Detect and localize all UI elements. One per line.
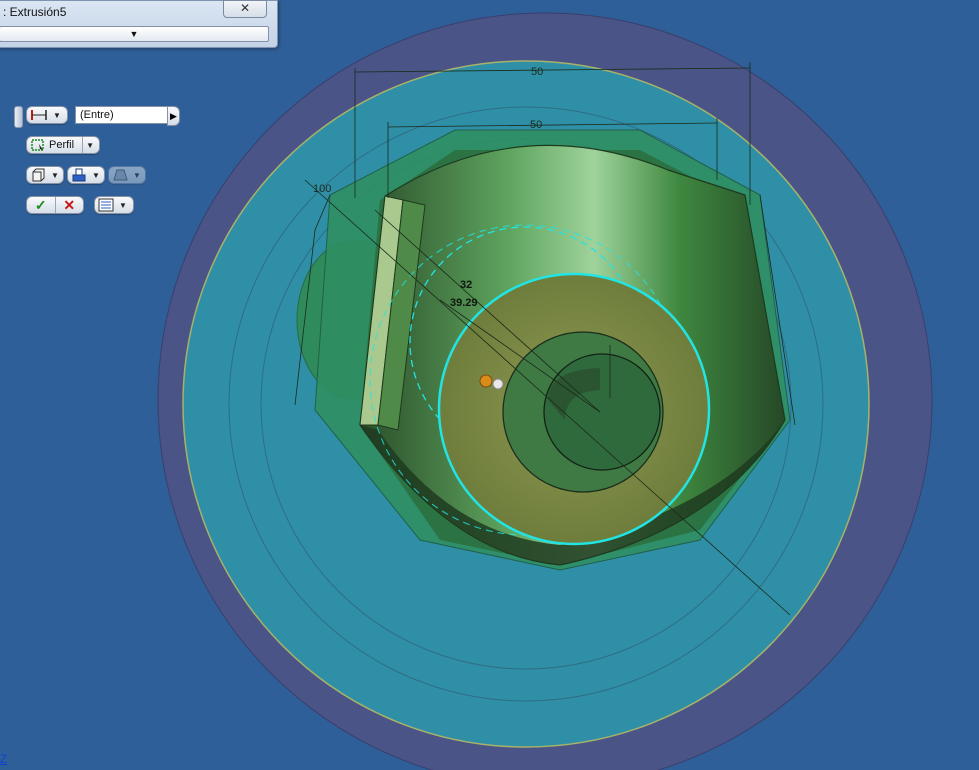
cancel-button[interactable]: ✕: [54, 197, 84, 213]
distance-extents-icon: [27, 107, 51, 123]
dimension-diagonal[interactable]: 100: [313, 183, 331, 195]
dialog-title: : Extrusión5: [3, 5, 67, 19]
taper-dropdown[interactable]: ▼: [108, 166, 146, 184]
extent-expand-button[interactable]: ▶: [167, 106, 180, 126]
ok-button[interactable]: ✓: [27, 197, 55, 213]
extent-value-field[interactable]: (Entre): [75, 106, 168, 124]
extents-dropdown[interactable]: ▼: [26, 106, 68, 124]
profile-dropdown[interactable]: Perfil ▼: [26, 136, 100, 154]
taper-icon: [109, 167, 131, 183]
chevron-down-icon: ▼: [53, 110, 61, 120]
dialog-title-panel: : Extrusión5 ✕ ▼: [0, 0, 278, 48]
toolbar-grip[interactable]: [14, 106, 23, 128]
output-dropdown[interactable]: ▼: [26, 166, 64, 184]
chevron-down-icon: ▼: [82, 137, 97, 153]
chevron-down-icon: ▼: [133, 170, 141, 180]
dimension-radius-b[interactable]: 39.29: [450, 297, 478, 309]
options-dropdown[interactable]: ▼: [94, 196, 134, 214]
expand-dialog-button[interactable]: ▼: [0, 26, 269, 42]
dimension-inner-width[interactable]: 50: [530, 119, 542, 131]
solid-output-icon: [27, 167, 49, 183]
profile-label: Perfil: [49, 139, 75, 151]
dimension-radius-a[interactable]: 32: [460, 279, 472, 291]
ok-cancel-group: ✓ ✕: [26, 196, 84, 214]
axis-z-label: Z: [0, 752, 8, 766]
chevron-down-icon: ▼: [92, 170, 100, 180]
options-menu-icon: [95, 197, 117, 213]
dimension-outer-width[interactable]: 50: [531, 66, 543, 78]
chevron-down-icon: ▼: [119, 200, 127, 210]
close-button[interactable]: ✕: [223, 0, 267, 18]
operation-dropdown[interactable]: ▼: [67, 166, 105, 184]
join-operation-icon: [68, 167, 90, 183]
profile-select-icon: Perfil: [27, 137, 80, 153]
chevron-down-icon: ▼: [51, 170, 59, 180]
